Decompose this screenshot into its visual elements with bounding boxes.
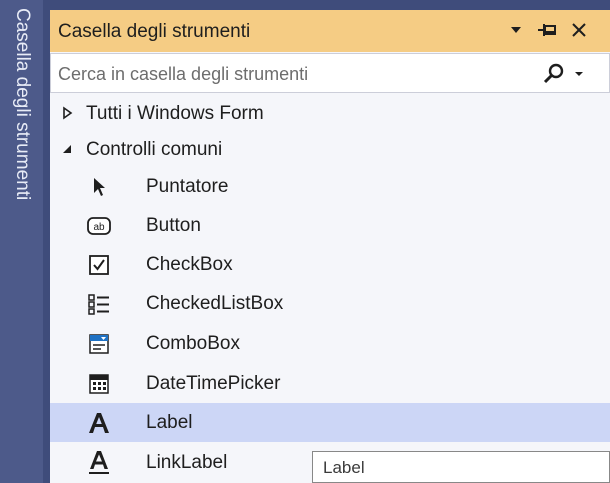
panel-title: Casella degli strumenti bbox=[58, 21, 251, 42]
group-tutti-windows-form[interactable]: Tutti i Windows Form bbox=[50, 95, 610, 131]
chevron-down-icon bbox=[511, 27, 521, 33]
tool-label: CheckBox bbox=[146, 254, 233, 275]
side-tab-label: Casella degli strumenti bbox=[12, 8, 33, 201]
tool-item-puntatore[interactable]: Puntatore bbox=[50, 167, 610, 206]
tool-label: CheckedListBox bbox=[146, 293, 284, 314]
panel-close-button[interactable] bbox=[567, 17, 591, 43]
title-bar: Casella degli strumenti bbox=[50, 10, 610, 52]
search-box bbox=[50, 53, 610, 93]
group-controlli-comuni[interactable]: Controlli comuni bbox=[50, 131, 610, 167]
pointer-icon bbox=[86, 174, 112, 200]
tool-item-combobox[interactable]: ComboBox bbox=[50, 324, 610, 363]
tool-label: ComboBox bbox=[146, 333, 240, 354]
close-icon bbox=[572, 23, 586, 37]
tool-item-checkedlistbox[interactable]: CheckedListBox bbox=[50, 284, 610, 323]
search-options-chevron-icon bbox=[575, 72, 583, 76]
label-icon bbox=[86, 410, 112, 436]
calendar-icon bbox=[86, 371, 112, 397]
combobox-icon bbox=[86, 331, 112, 357]
button-icon: ab bbox=[86, 213, 112, 239]
tool-item-datetimepicker[interactable]: DateTimePicker bbox=[50, 364, 610, 403]
tooltip: Label bbox=[312, 451, 610, 483]
collapsed-arrow-icon bbox=[60, 105, 74, 121]
panel-pin-button[interactable] bbox=[536, 17, 560, 43]
tool-label: LinkLabel bbox=[146, 452, 228, 473]
pin-icon bbox=[538, 24, 556, 36]
tool-item-label[interactable]: Label bbox=[50, 403, 610, 442]
toolbox-panel: Casella degli strumenti Cerca in casella… bbox=[50, 10, 610, 483]
tooltip-text: Label bbox=[323, 458, 365, 477]
expanded-arrow-icon bbox=[60, 141, 74, 157]
search-input[interactable] bbox=[58, 62, 528, 86]
group-label: Controlli comuni bbox=[86, 139, 223, 160]
group-label: Tutti i Windows Form bbox=[86, 103, 264, 124]
checked-list-box-icon bbox=[86, 291, 112, 317]
checkbox-icon bbox=[86, 252, 112, 278]
panel-dropdown-button[interactable] bbox=[504, 17, 528, 43]
tool-item-checkbox[interactable]: CheckBox bbox=[50, 245, 610, 284]
link-label-icon bbox=[86, 450, 112, 476]
tool-label: Label bbox=[146, 412, 193, 433]
search-icon bbox=[543, 63, 564, 84]
search-button[interactable] bbox=[542, 60, 604, 88]
tool-label: Puntatore bbox=[146, 176, 229, 197]
tool-label: DateTimePicker bbox=[146, 373, 281, 394]
tool-label: Button bbox=[146, 215, 201, 236]
svg-text:ab: ab bbox=[93, 222, 105, 233]
tool-item-button[interactable]: ab Button bbox=[50, 206, 610, 245]
side-tab-toolbox[interactable]: Casella degli strumenti bbox=[0, 0, 43, 238]
